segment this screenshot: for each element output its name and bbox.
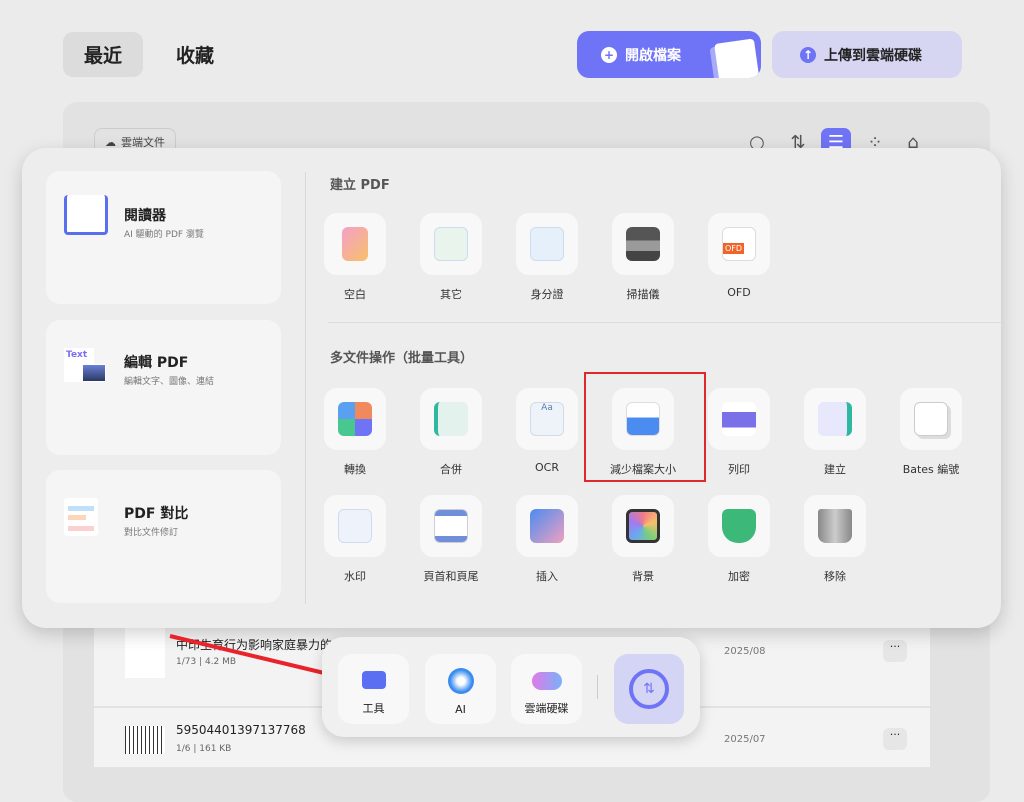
dock-ai-button[interactable]: AI: [425, 654, 496, 724]
cloud-icon: [532, 672, 562, 690]
dock-label: 雲端硬碟: [524, 702, 569, 715]
ai-orb-icon: [448, 668, 474, 694]
dock-tools-button[interactable]: 工具: [338, 654, 409, 724]
divider: [597, 675, 598, 699]
bottom-dock: 工具 AI 雲端硬碟 ⇅: [322, 637, 700, 737]
dock-cloud-button[interactable]: 雲端硬碟: [511, 654, 582, 724]
transfer-icon: ⇅: [629, 669, 669, 709]
dock-label: 工具: [362, 702, 385, 715]
toolbox-icon: [362, 671, 386, 689]
dock-label: AI: [455, 703, 466, 716]
transfer-button[interactable]: ⇅: [614, 654, 684, 724]
